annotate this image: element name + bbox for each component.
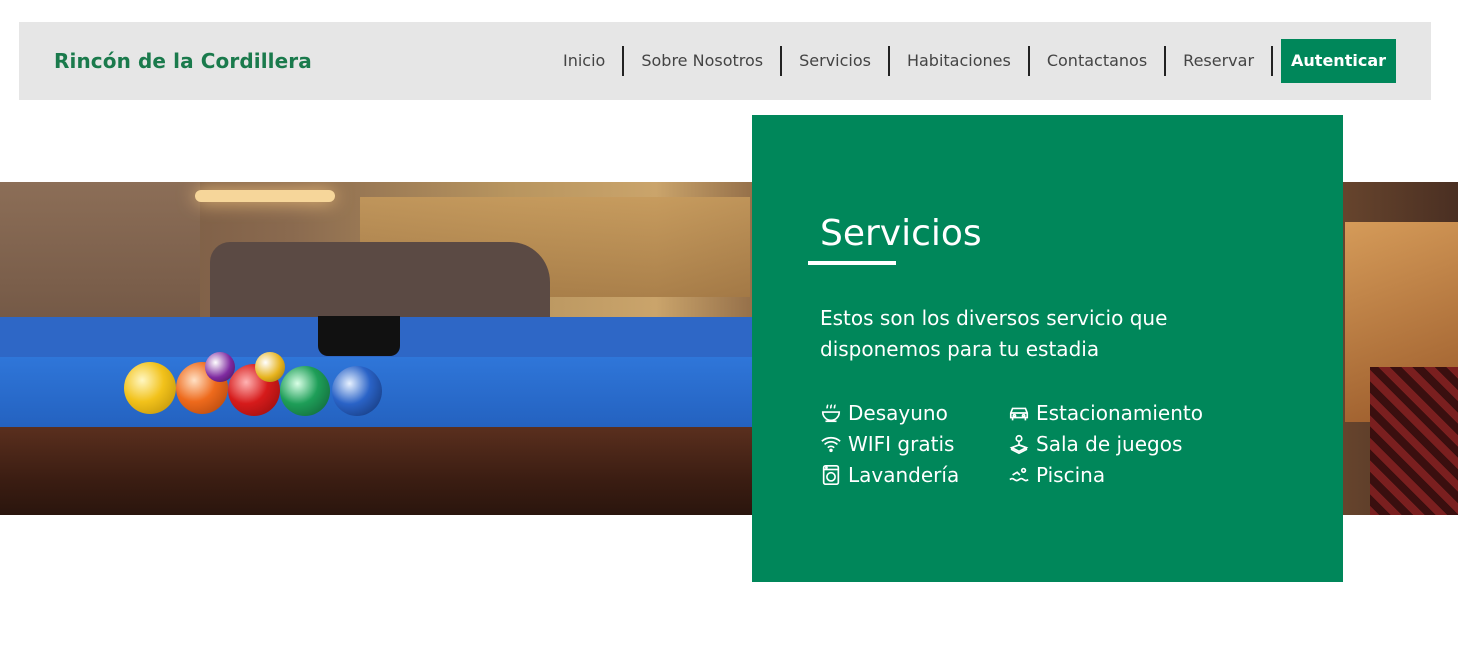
car-icon bbox=[1008, 401, 1036, 425]
pool-ball bbox=[280, 366, 330, 416]
washing-machine-icon bbox=[820, 463, 848, 487]
services-title: Servicios bbox=[820, 213, 982, 254]
service-item-desayuno: Desayuno bbox=[820, 397, 1008, 428]
swimming-icon bbox=[1008, 463, 1036, 487]
service-item-piscina: Piscina bbox=[1008, 459, 1238, 490]
nav-sobre-nosotros[interactable]: Sobre Nosotros bbox=[624, 46, 783, 76]
services-panel: Servicios Estos son los diversos servici… bbox=[752, 115, 1343, 582]
breakfast-bowl-icon bbox=[820, 401, 848, 425]
service-label: Lavandería bbox=[848, 462, 960, 487]
main-nav: Inicio Sobre Nosotros Servicios Habitaci… bbox=[546, 39, 1396, 83]
services-list: Desayuno Estacionamiento WIFI gratis Sal… bbox=[820, 397, 1238, 490]
hero-plaid-blanket bbox=[1370, 367, 1458, 515]
hero-lamp bbox=[195, 190, 335, 202]
title-underline bbox=[808, 261, 896, 265]
service-item-estacionamiento: Estacionamiento bbox=[1008, 397, 1238, 428]
services-description: Estos son los diversos servicio que disp… bbox=[820, 306, 1168, 361]
authenticate-button[interactable]: Autenticar bbox=[1281, 39, 1396, 83]
service-label: Desayuno bbox=[848, 400, 948, 425]
pool-ball bbox=[124, 362, 176, 414]
service-label: Piscina bbox=[1036, 462, 1106, 487]
nav-habitaciones[interactable]: Habitaciones bbox=[890, 46, 1030, 76]
service-label: WIFI gratis bbox=[848, 431, 955, 456]
joystick-icon bbox=[1008, 432, 1036, 456]
pool-ball bbox=[332, 366, 382, 416]
service-label: Sala de juegos bbox=[1036, 431, 1183, 456]
service-item-wifi: WIFI gratis bbox=[820, 428, 1008, 459]
service-label: Estacionamiento bbox=[1036, 400, 1203, 425]
pool-ball bbox=[205, 352, 235, 382]
service-item-sala-juegos: Sala de juegos bbox=[1008, 428, 1238, 459]
nav-contactanos[interactable]: Contactanos bbox=[1030, 46, 1167, 76]
pool-ball bbox=[255, 352, 285, 382]
service-item-lavanderia: Lavandería bbox=[820, 459, 1008, 490]
pool-table-edge bbox=[0, 427, 760, 515]
brand-logo-text[interactable]: Rincón de la Cordillera bbox=[54, 49, 312, 73]
pool-table-pocket bbox=[318, 316, 400, 356]
nav-inicio[interactable]: Inicio bbox=[546, 46, 625, 76]
nav-servicios[interactable]: Servicios bbox=[782, 46, 890, 76]
nav-reservar[interactable]: Reservar bbox=[1166, 46, 1274, 76]
top-navbar: Rincón de la Cordillera Inicio Sobre Nos… bbox=[19, 22, 1431, 100]
wifi-icon bbox=[820, 432, 848, 456]
